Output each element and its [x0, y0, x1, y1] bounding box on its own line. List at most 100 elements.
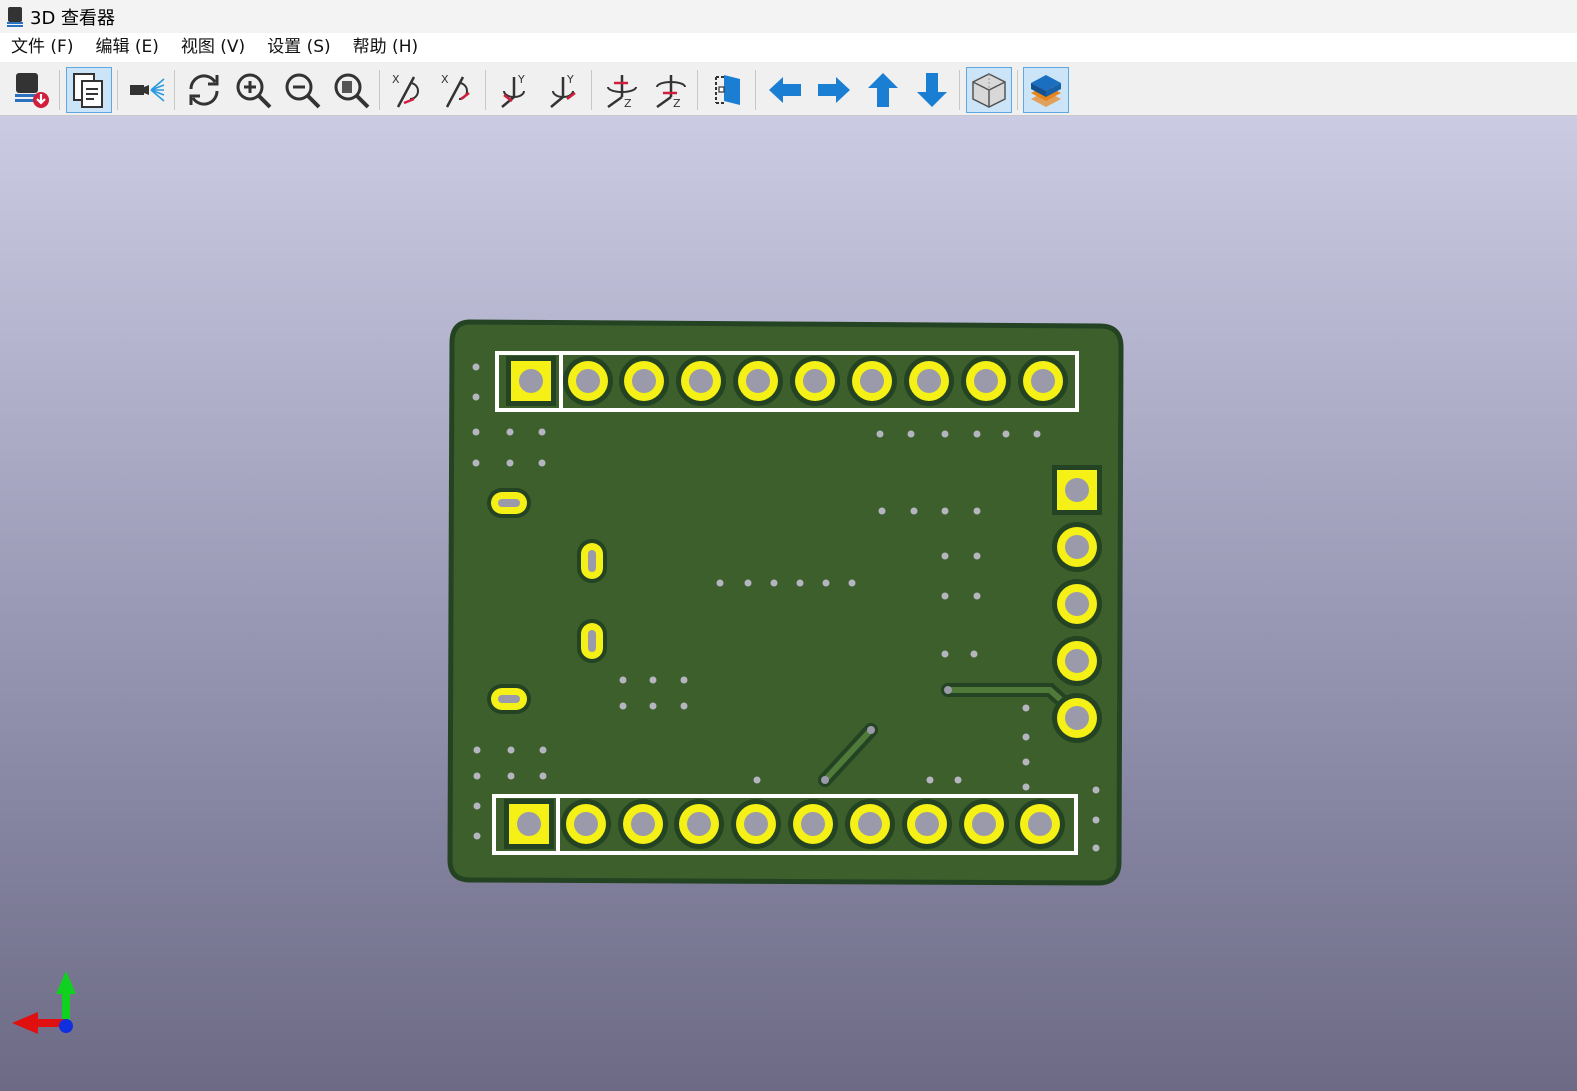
- axis-indicator: [12, 971, 76, 1034]
- pad-drill: [689, 369, 713, 393]
- rotate-y-cw-icon: Y: [501, 73, 525, 108]
- pcb-board-outline: [447, 319, 1124, 886]
- via: [954, 776, 962, 784]
- pad-drill: [1065, 535, 1089, 559]
- z-axis-dot: [59, 1019, 73, 1033]
- y-axis-arrow: [56, 971, 76, 994]
- reload-button[interactable]: [181, 67, 227, 113]
- via: [910, 507, 918, 515]
- oval-pad-drill: [588, 550, 596, 572]
- via: [680, 702, 688, 710]
- via: [822, 579, 830, 587]
- export-3d-button[interactable]: [8, 67, 54, 113]
- via: [744, 579, 752, 587]
- window-title: 3D 查看器: [30, 7, 116, 29]
- via: [876, 430, 884, 438]
- zoom-in-button[interactable]: [230, 67, 276, 113]
- pan-right-icon: [818, 77, 850, 103]
- zoom-in-icon: [236, 73, 272, 109]
- copy-image-button[interactable]: [66, 67, 112, 113]
- pad-drill: [915, 812, 939, 836]
- menu-file[interactable]: 文件 (F): [0, 33, 84, 62]
- layers-icon: [1031, 75, 1061, 107]
- pad-drill: [801, 812, 825, 836]
- pad-drill: [687, 812, 711, 836]
- pad-drill: [1065, 478, 1089, 502]
- pad-drill: [858, 812, 882, 836]
- pcb-render: [12, 319, 1124, 1034]
- pad-drill: [746, 369, 770, 393]
- via: [506, 428, 514, 436]
- rotate-x-cw-button[interactable]: X: [386, 67, 432, 113]
- menu-bar: 文件 (F) 编辑 (E) 视图 (V) 设置 (S) 帮助 (H): [0, 33, 1577, 62]
- svg-text:Z: Z: [624, 97, 632, 110]
- via: [1092, 786, 1100, 794]
- svg-text:Y: Y: [566, 73, 574, 86]
- orthographic-icon: [972, 73, 1006, 108]
- rotate-z-ccw-button[interactable]: Z: [647, 67, 693, 113]
- pad-drill: [1065, 649, 1089, 673]
- via: [867, 726, 875, 734]
- zoom-fit-button[interactable]: [328, 67, 374, 113]
- pad-drill: [744, 812, 768, 836]
- via: [848, 579, 856, 587]
- via: [944, 686, 952, 694]
- pad-drill: [574, 812, 598, 836]
- 3d-viewport[interactable]: [0, 116, 1577, 1091]
- via: [1002, 430, 1010, 438]
- menu-settings[interactable]: 设置 (S): [256, 33, 341, 62]
- via: [821, 776, 829, 784]
- via: [473, 772, 481, 780]
- zoom-out-button[interactable]: [279, 67, 325, 113]
- pan-up-icon: [868, 73, 898, 107]
- pad-drill: [631, 812, 655, 836]
- pan-down-button[interactable]: [909, 67, 955, 113]
- via: [538, 459, 546, 467]
- pcb-board: [447, 319, 1124, 886]
- rotate-y-ccw-icon: Y: [550, 73, 576, 108]
- via: [770, 579, 778, 587]
- y-axis-shaft: [62, 991, 70, 1023]
- via: [473, 802, 481, 810]
- flip-board-button[interactable]: [704, 67, 750, 113]
- layers-button[interactable]: [1023, 67, 1069, 113]
- menu-help[interactable]: 帮助 (H): [342, 33, 429, 62]
- via: [1022, 758, 1030, 766]
- menu-view[interactable]: 视图 (V): [170, 33, 256, 62]
- via: [539, 772, 547, 780]
- raytrace-button[interactable]: [123, 67, 169, 113]
- zoom-fit-icon: [334, 73, 370, 109]
- via: [973, 430, 981, 438]
- pan-left-icon: [769, 77, 801, 103]
- pad-drill: [519, 369, 543, 393]
- pad-drill: [1031, 369, 1055, 393]
- raytrace-icon: [130, 78, 165, 102]
- via: [941, 592, 949, 600]
- copy-image-icon: [73, 73, 103, 108]
- title-bar: 3D 查看器: [0, 0, 1577, 33]
- via: [539, 746, 547, 754]
- rotate-y-ccw-button[interactable]: Y: [541, 67, 587, 113]
- pad-drill: [1065, 706, 1089, 730]
- pan-right-button[interactable]: [811, 67, 857, 113]
- via: [649, 676, 657, 684]
- via: [907, 430, 915, 438]
- via: [649, 702, 657, 710]
- via: [1022, 733, 1030, 741]
- pan-up-button[interactable]: [860, 67, 906, 113]
- toolbar: X X Y Y Z Z: [0, 62, 1577, 116]
- menu-edit[interactable]: 编辑 (E): [84, 33, 169, 62]
- export-3d-icon: [15, 73, 49, 108]
- rotate-z-cw-button[interactable]: Z: [598, 67, 644, 113]
- pan-left-button[interactable]: [762, 67, 808, 113]
- orthographic-button[interactable]: [966, 67, 1012, 113]
- x-axis-arrow: [12, 1012, 38, 1034]
- via: [472, 363, 480, 371]
- via: [619, 702, 627, 710]
- via: [1092, 844, 1100, 852]
- pad-drill: [517, 812, 541, 836]
- via: [973, 552, 981, 560]
- via: [941, 430, 949, 438]
- rotate-y-cw-button[interactable]: Y: [492, 67, 538, 113]
- rotate-x-ccw-button[interactable]: X: [435, 67, 481, 113]
